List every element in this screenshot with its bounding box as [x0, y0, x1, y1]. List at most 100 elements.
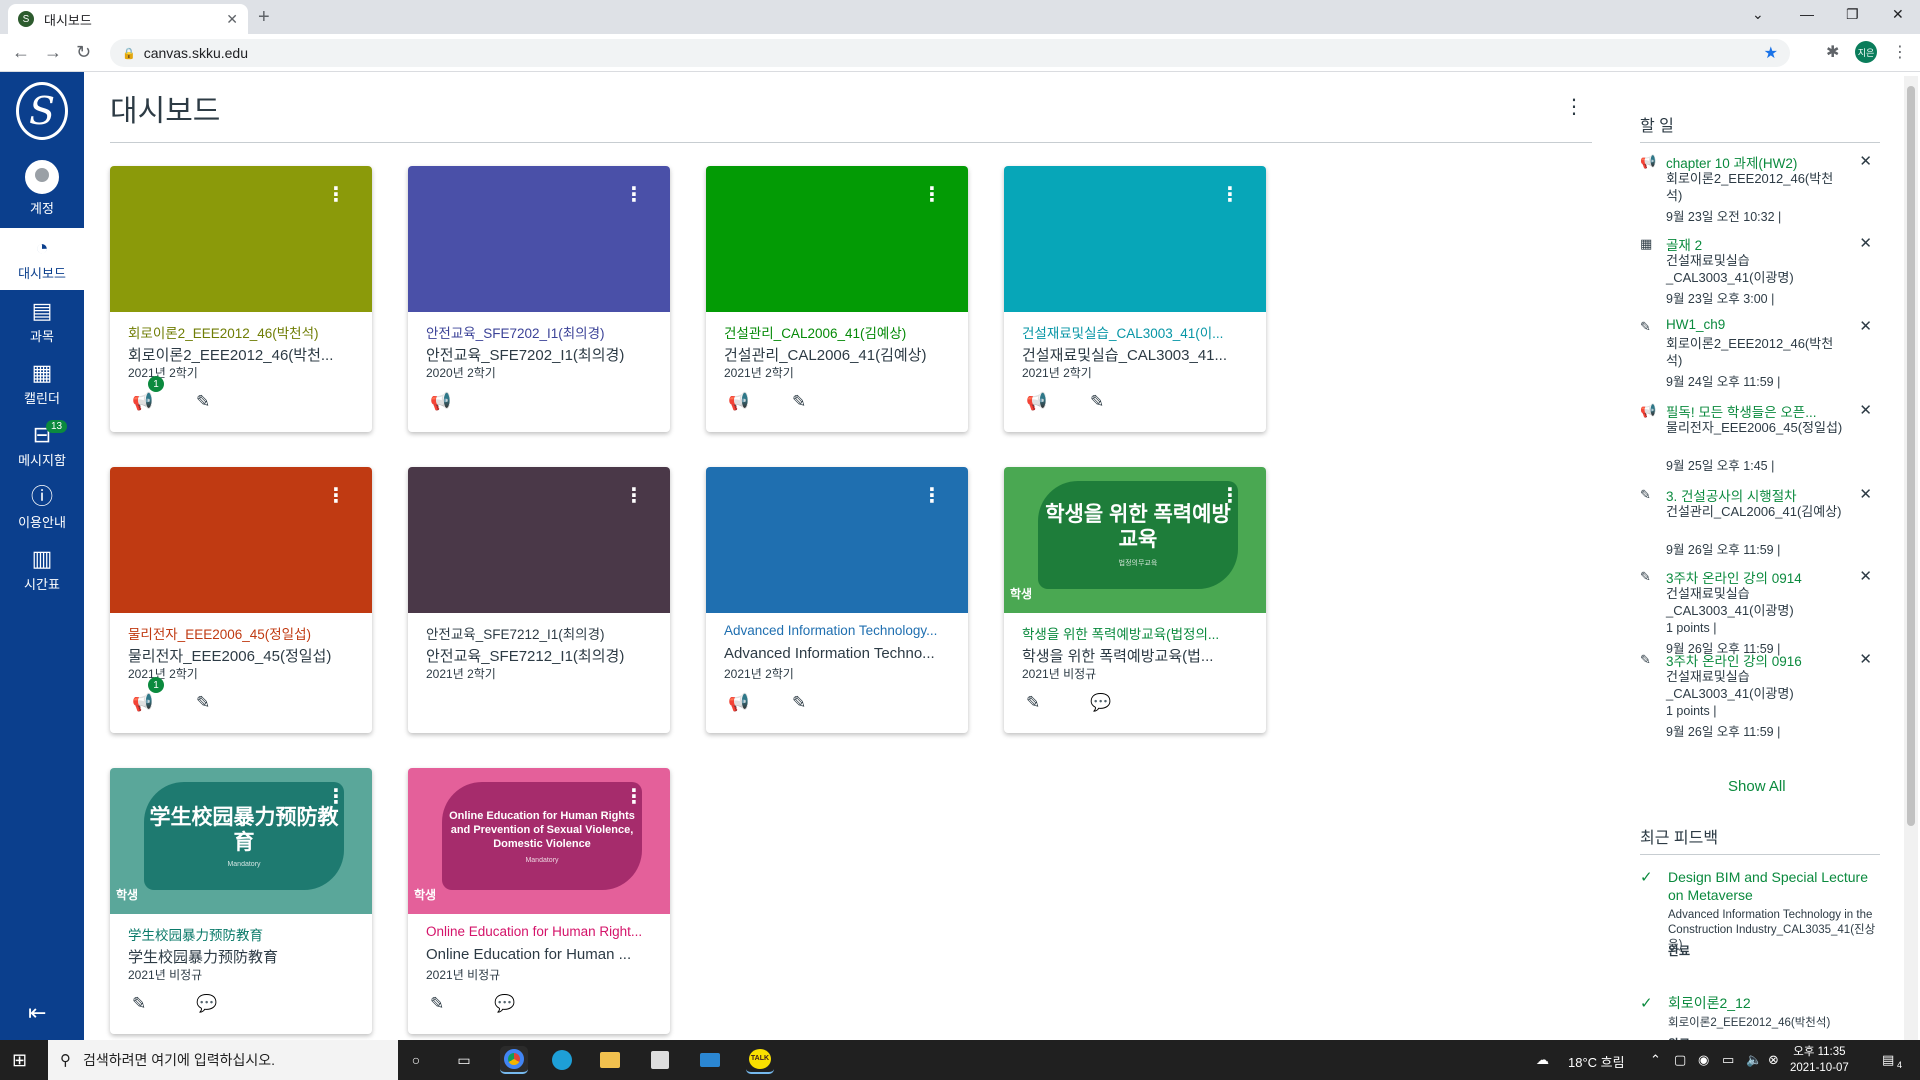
course-card-title[interactable]: 안전교육_SFE7202_I1(최의경): [426, 322, 661, 342]
restore-icon[interactable]: ❐: [1846, 6, 1859, 23]
dismiss-icon[interactable]: ✕: [1859, 401, 1872, 419]
card-options-icon[interactable]: ⋮: [326, 182, 346, 207]
course-card-hero[interactable]: ⋮: [706, 166, 968, 312]
announcement-icon[interactable]: 📢: [132, 392, 153, 412]
close-tab-icon[interactable]: ✕: [226, 11, 238, 28]
network-icon[interactable]: ▭: [1722, 1052, 1734, 1068]
todo-title-link[interactable]: 필독! 모든 학생들은 오픈...: [1666, 401, 1846, 421]
announcement-icon[interactable]: 📢: [430, 392, 451, 412]
course-card-title[interactable]: 学生校园暴力预防教育: [128, 924, 363, 944]
course-card[interactable]: Online Education for Human Rights and Pr…: [408, 768, 670, 1034]
nav-account[interactable]: 계정: [0, 158, 84, 218]
nav-courses[interactable]: ▤ 과목: [0, 292, 84, 352]
announcement-icon[interactable]: 📢: [1026, 392, 1047, 412]
tray-app-icon[interactable]: ◉: [1698, 1052, 1709, 1068]
course-card-hero[interactable]: ⋮: [110, 467, 372, 613]
discussion-icon[interactable]: 💬: [494, 994, 515, 1014]
course-card-hero[interactable]: ⋮: [408, 467, 670, 613]
task-view-icon[interactable]: ▭: [450, 1046, 478, 1074]
assignment-icon[interactable]: ✎: [792, 392, 806, 412]
card-options-icon[interactable]: ⋮: [326, 483, 346, 508]
ime-icon[interactable]: ⊗: [1768, 1052, 1779, 1068]
taskbar-clock[interactable]: 오후 11:35 2021-10-07: [1790, 1044, 1849, 1076]
nav-dashboard[interactable]: ◔ 대시보드: [0, 228, 84, 290]
card-options-icon[interactable]: ⋮: [922, 182, 942, 207]
mail-icon[interactable]: [696, 1046, 724, 1074]
notification-center-icon[interactable]: ▤: [1882, 1052, 1894, 1068]
course-card-title[interactable]: 건설관리_CAL2006_41(김예상): [724, 322, 959, 342]
course-card-hero[interactable]: 学生校园暴力预防教育 Mandatory 학생 ⋮: [110, 768, 372, 914]
course-card[interactable]: ⋮ 회로이론2_EEE2012_46(박천석) 회로이론2_EEE2012_46(박…: [110, 166, 372, 432]
todo-item[interactable]: 📢 필독! 모든 학생들은 오픈... ✕ 물리전자_EEE2006_45(정일…: [1640, 401, 1880, 485]
assignment-icon[interactable]: ✎: [196, 693, 210, 713]
course-card[interactable]: ⋮ Advanced Information Technology... Advan…: [706, 467, 968, 733]
address-bar[interactable]: 🔒 canvas.skku.edu ★: [110, 39, 1790, 67]
scrollbar-thumb[interactable]: [1907, 86, 1915, 826]
discussion-icon[interactable]: 💬: [196, 994, 217, 1014]
tray-app-icon[interactable]: ▢: [1674, 1052, 1686, 1068]
course-card[interactable]: 学生校园暴力预防教育 Mandatory 학생 ⋮ 学生校园暴力预防教育 学生校园暴力…: [110, 768, 372, 1034]
close-window-icon[interactable]: ✕: [1892, 6, 1904, 23]
back-icon[interactable]: ←: [12, 42, 30, 63]
assignment-icon[interactable]: ✎: [132, 994, 146, 1014]
card-options-icon[interactable]: ⋮: [624, 784, 644, 809]
card-options-icon[interactable]: ⋮: [326, 784, 346, 809]
assignment-icon[interactable]: ✎: [1026, 693, 1040, 713]
todo-title-link[interactable]: chapter 10 과제(HW2): [1666, 152, 1846, 172]
announcement-icon[interactable]: 📢: [132, 693, 153, 713]
volume-icon[interactable]: 🔈: [1746, 1052, 1762, 1068]
forward-icon[interactable]: →: [44, 42, 62, 63]
course-card-hero[interactable]: ⋮: [706, 467, 968, 613]
course-card-title[interactable]: Online Education for Human Right...: [426, 924, 661, 939]
chrome-icon[interactable]: [500, 1046, 528, 1074]
todo-item[interactable]: ✎ 3. 건설공사의 시행절차 ✕ 건설관리_CAL2006_41(김예상) 9월…: [1640, 485, 1880, 567]
todo-title-link[interactable]: 골재 2: [1666, 234, 1846, 254]
course-card-hero[interactable]: ⋮: [110, 166, 372, 312]
todo-title-link[interactable]: HW1_ch9: [1666, 317, 1846, 332]
skku-logo[interactable]: S: [16, 82, 68, 140]
cortana-icon[interactable]: ○: [402, 1046, 430, 1074]
store-icon[interactable]: [646, 1046, 674, 1074]
assignment-icon[interactable]: ✎: [1090, 392, 1104, 412]
bookmark-star-icon[interactable]: ★: [1764, 43, 1778, 63]
todo-title-link[interactable]: 3주차 온라인 강의 0914: [1666, 567, 1846, 587]
course-card-title[interactable]: Advanced Information Technology...: [724, 623, 959, 638]
taskbar-search[interactable]: ⚲ 검색하려면 여기에 입력하십시오.: [48, 1040, 398, 1080]
course-card-hero[interactable]: Online Education for Human Rights and Pr…: [408, 768, 670, 914]
todo-title-link[interactable]: 3. 건설공사의 시행절차: [1666, 485, 1846, 505]
card-options-icon[interactable]: ⋮: [1220, 483, 1240, 508]
announcement-icon[interactable]: 📢: [728, 392, 749, 412]
browser-tab[interactable]: S 대시보드 ✕: [8, 4, 248, 34]
weather-icon[interactable]: ☁: [1536, 1052, 1549, 1068]
todo-item[interactable]: ▦ 골재 2 ✕ 건설재료및실습_CAL3003_41(이광명) 9월 23일 오…: [1640, 234, 1880, 317]
todo-item[interactable]: ✎ 3주차 온라인 강의 0914 ✕ 건설재료및실습_CAL3003_41(이…: [1640, 567, 1880, 656]
course-card-hero[interactable]: 학생을 위한 폭력예방교육 법정의무교육 학생 ⋮: [1004, 467, 1266, 613]
assignment-icon[interactable]: ✎: [196, 392, 210, 412]
dismiss-icon[interactable]: ✕: [1859, 317, 1872, 335]
collapse-nav-icon[interactable]: ⇤: [28, 1000, 46, 1026]
todo-title-link[interactable]: 3주차 온라인 강의 0916: [1666, 650, 1846, 670]
todo-item[interactable]: ✎ 3주차 온라인 강의 0916 ✕ 건설재료및실습_CAL3003_41(이…: [1640, 650, 1880, 739]
dismiss-icon[interactable]: ✕: [1859, 650, 1872, 668]
page-scrollbar[interactable]: [1904, 76, 1918, 1040]
dismiss-icon[interactable]: ✕: [1859, 567, 1872, 585]
dismiss-icon[interactable]: ✕: [1859, 152, 1872, 170]
course-card[interactable]: ⋮ 안전교육_SFE7212_I1(최의경) 안전교육_SFE7212_I1(최의경…: [408, 467, 670, 733]
dismiss-icon[interactable]: ✕: [1859, 485, 1872, 503]
tray-chevron-icon[interactable]: ⌃: [1650, 1052, 1661, 1068]
course-card[interactable]: ⋮ 건설재료및실습_CAL3003_41(이... 건설재료및실습_CAL3003_…: [1004, 166, 1266, 432]
dismiss-icon[interactable]: ✕: [1859, 234, 1872, 252]
course-card-title[interactable]: 회로이론2_EEE2012_46(박천석): [128, 322, 363, 342]
assignment-icon[interactable]: ✎: [430, 994, 444, 1014]
announcement-icon[interactable]: 📢: [728, 693, 749, 713]
edge-icon[interactable]: [548, 1046, 576, 1074]
extensions-icon[interactable]: ✱: [1826, 42, 1839, 62]
course-card-hero[interactable]: ⋮: [1004, 166, 1266, 312]
show-all-link[interactable]: Show All: [1728, 778, 1786, 795]
tab-search-icon[interactable]: ⌄: [1752, 6, 1764, 23]
assignment-icon[interactable]: ✎: [792, 693, 806, 713]
chrome-menu-icon[interactable]: ⋮: [1892, 42, 1908, 62]
todo-item[interactable]: 📢 chapter 10 과제(HW2) ✕ 회로이론2_EEE2012_46(…: [1640, 152, 1880, 234]
card-options-icon[interactable]: ⋮: [922, 483, 942, 508]
course-card[interactable]: ⋮ 물리전자_EEE2006_45(정일섭) 물리전자_EEE2006_45(정일섭…: [110, 467, 372, 733]
